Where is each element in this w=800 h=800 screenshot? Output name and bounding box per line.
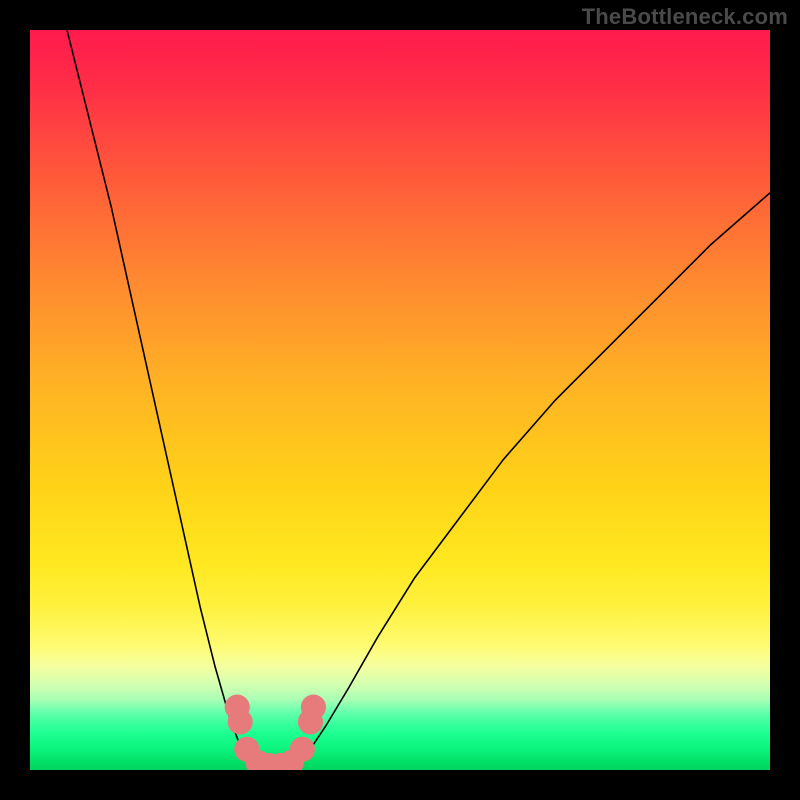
valley-dot — [301, 695, 326, 720]
chart-root: TheBottleneck.com — [0, 0, 800, 800]
markers-group — [225, 695, 326, 770]
series-group — [67, 30, 770, 767]
chart-svg — [30, 30, 770, 770]
series-left-arm — [67, 30, 248, 759]
watermark-text: TheBottleneck.com — [582, 4, 788, 30]
valley-dot — [290, 737, 315, 762]
plot-area — [30, 30, 770, 770]
valley-dot — [228, 709, 253, 734]
series-right-arm — [300, 193, 770, 759]
